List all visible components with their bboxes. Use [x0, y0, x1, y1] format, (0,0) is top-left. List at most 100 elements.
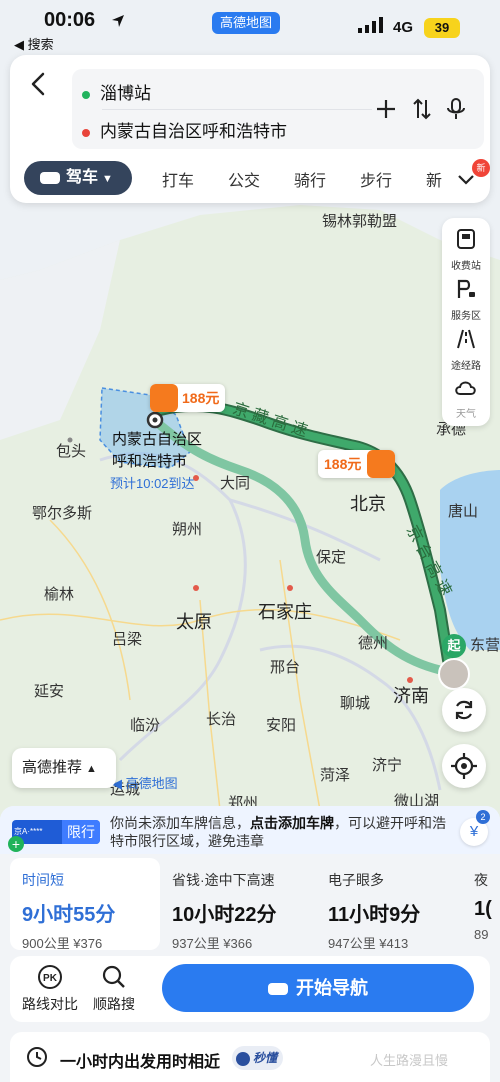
- back-arrow-icon[interactable]: [24, 69, 54, 99]
- tab-taxi[interactable]: 打车: [162, 167, 194, 191]
- location-arrow-icon: [112, 15, 124, 27]
- toll-station-icon: [457, 229, 475, 249]
- action-row: PK 路线对比 顺路搜 开始导航: [10, 956, 490, 1022]
- route-inputs: 淄博站 内蒙古自治区呼和浩特市: [72, 69, 484, 149]
- city-label: 朔州: [172, 521, 203, 538]
- route-meta: 89: [474, 927, 489, 942]
- origin-field[interactable]: 淄博站: [82, 79, 151, 104]
- car-icon: [268, 983, 288, 996]
- side-label: 收费站: [451, 261, 481, 272]
- tab-drive[interactable]: 驾车 ▼: [24, 161, 132, 195]
- via-road-icon: [457, 329, 475, 349]
- destination-label-2: 呼和浩特市: [112, 453, 188, 470]
- car-icon: [40, 171, 60, 184]
- route-duration: 9小时55分: [22, 904, 116, 926]
- route-option[interactable]: 省钱·途中下高速 10小时22分 937公里 ¥366: [160, 858, 310, 951]
- origin-text: 淄博站: [100, 84, 151, 103]
- eta-label: 预计10:02到达: [110, 476, 195, 491]
- back-to-search[interactable]: ◀ 搜索: [14, 34, 54, 53]
- amap-logo: ◀ 高德地图: [112, 776, 178, 791]
- route-option[interactable]: 电子眼多 11小时9分 947公里 ¥413: [316, 858, 466, 951]
- route-tag: 电子眼多: [328, 872, 384, 888]
- tab-bike[interactable]: 骑行: [294, 167, 326, 191]
- toll-price: 188元: [182, 390, 220, 406]
- along-label: 顺路搜: [93, 996, 135, 1012]
- side-label: 服务区: [451, 311, 481, 322]
- tab-new[interactable]: 新: [426, 167, 442, 191]
- refresh-route-button[interactable]: [442, 688, 486, 732]
- locate-button[interactable]: [442, 744, 486, 788]
- destination-dot-icon: [82, 128, 90, 137]
- city-label: 菏泽: [320, 767, 351, 784]
- map-tools-panel: 收费站 服务区 途经路 天气: [442, 218, 490, 426]
- route-options: 时间短 9小时55分 900公里 ¥376 省钱·途中下高速 10小时22分 9…: [0, 858, 500, 958]
- restriction-badge: 限行: [62, 820, 100, 844]
- city-label: 济宁: [372, 757, 403, 774]
- weather-button[interactable]: 天气: [442, 378, 490, 420]
- route-option[interactable]: 夜 1( 89: [462, 858, 500, 950]
- new-badge: 新: [472, 159, 490, 177]
- destination-text: 内蒙古自治区呼和浩特市: [100, 122, 287, 141]
- refresh-icon: [455, 700, 473, 720]
- city-label: 吕梁: [112, 631, 143, 648]
- play-icon: [236, 1051, 250, 1066]
- route-tag: 时间短: [22, 872, 64, 888]
- start-navigation-button[interactable]: 开始导航: [162, 964, 474, 1012]
- signal-icon: [358, 17, 383, 33]
- city-label: 济南: [393, 686, 429, 706]
- city-label: 锡林郭勒盟: [322, 213, 398, 230]
- weather-icon: [455, 381, 476, 395]
- route-option[interactable]: 时间短 9小时55分 900公里 ¥376: [10, 858, 160, 951]
- transport-mode-tabs: 驾车 ▼ 打车 公交 骑行 步行 新: [10, 159, 490, 199]
- service-area-button[interactable]: 服务区: [442, 278, 490, 322]
- city-label: 东营: [470, 637, 500, 654]
- along-search-button[interactable]: 顺路搜: [84, 964, 144, 1014]
- route-search-card: 淄博站 内蒙古自治区呼和浩特市 驾车 ▼ 打车 公交 骑行 步行 新 新: [10, 55, 490, 203]
- tab-bus[interactable]: 公交: [228, 167, 260, 191]
- city-label: 邢台: [270, 659, 301, 676]
- city-label: 德州: [358, 635, 389, 652]
- search-icon: [102, 965, 125, 988]
- route-duration: 10小时22分: [172, 904, 277, 926]
- add-waypoint-icon[interactable]: [374, 96, 398, 122]
- network-type: 4G: [393, 19, 414, 36]
- city-label: 大同: [220, 475, 251, 492]
- route-compare-button[interactable]: PK 路线对比: [20, 964, 80, 1014]
- coin-badge: 2: [476, 810, 490, 824]
- locate-icon: [451, 753, 477, 779]
- plate-banner[interactable]: 京A·**** 限行 + 你尚未添加车牌信息，点击添加车牌，可以避开呼和浩特市限…: [0, 806, 500, 854]
- route-tag: 省钱·途中下高速: [172, 872, 275, 888]
- route-sheet: 京A·**** 限行 + 你尚未添加车牌信息，点击添加车牌，可以避开呼和浩特市限…: [0, 806, 500, 1082]
- city-label: 石家庄: [258, 602, 312, 622]
- pk-icon: PK: [38, 965, 62, 989]
- nav-label: 开始导航: [296, 978, 368, 998]
- city-label: 聊城: [340, 695, 371, 712]
- recommend-dropdown[interactable]: 高德推荐 ▲: [12, 748, 116, 788]
- departure-tip[interactable]: 一小时内出发用时相近 秒懂 人生路漫且慢: [10, 1032, 490, 1082]
- plate-message: 你尚未添加车牌信息，点击添加车牌，可以避开呼和浩特市限行区域，避免违章: [110, 814, 450, 850]
- service-area-icon: [457, 279, 475, 298]
- watermark: 人生路漫且慢: [370, 1053, 449, 1068]
- route-meta: 937公里 ¥366: [172, 936, 253, 951]
- miaodong-badge[interactable]: 秒懂: [232, 1046, 284, 1070]
- add-icon: +: [8, 836, 24, 852]
- toll-tag[interactable]: 188元: [150, 384, 226, 412]
- destination-field[interactable]: 内蒙古自治区呼和浩特市: [82, 117, 287, 142]
- toll-tag[interactable]: 188元: [318, 450, 396, 478]
- via-road-button[interactable]: 途经路: [442, 328, 490, 372]
- route-meta: 947公里 ¥413: [328, 936, 409, 951]
- city-label: 延安: [34, 683, 65, 700]
- route-duration: 11小时9分: [328, 904, 421, 926]
- add-plate-link[interactable]: 点击添加车牌: [250, 815, 334, 831]
- toll-station-button[interactable]: 收费站: [442, 228, 490, 272]
- recommend-label: 高德推荐: [22, 759, 83, 776]
- svg-text:PK: PK: [43, 973, 58, 984]
- route-meta: 900公里 ¥376: [22, 936, 103, 951]
- microphone-icon[interactable]: [444, 96, 468, 122]
- user-avatar[interactable]: [438, 658, 470, 690]
- side-label: 天气: [456, 409, 476, 420]
- swap-icon[interactable]: [410, 96, 434, 122]
- status-bar: 00:06 ◀ 搜索 高德地图 4G 39: [0, 0, 500, 52]
- clock-icon: [27, 1047, 47, 1067]
- tab-walk[interactable]: 步行: [360, 167, 392, 191]
